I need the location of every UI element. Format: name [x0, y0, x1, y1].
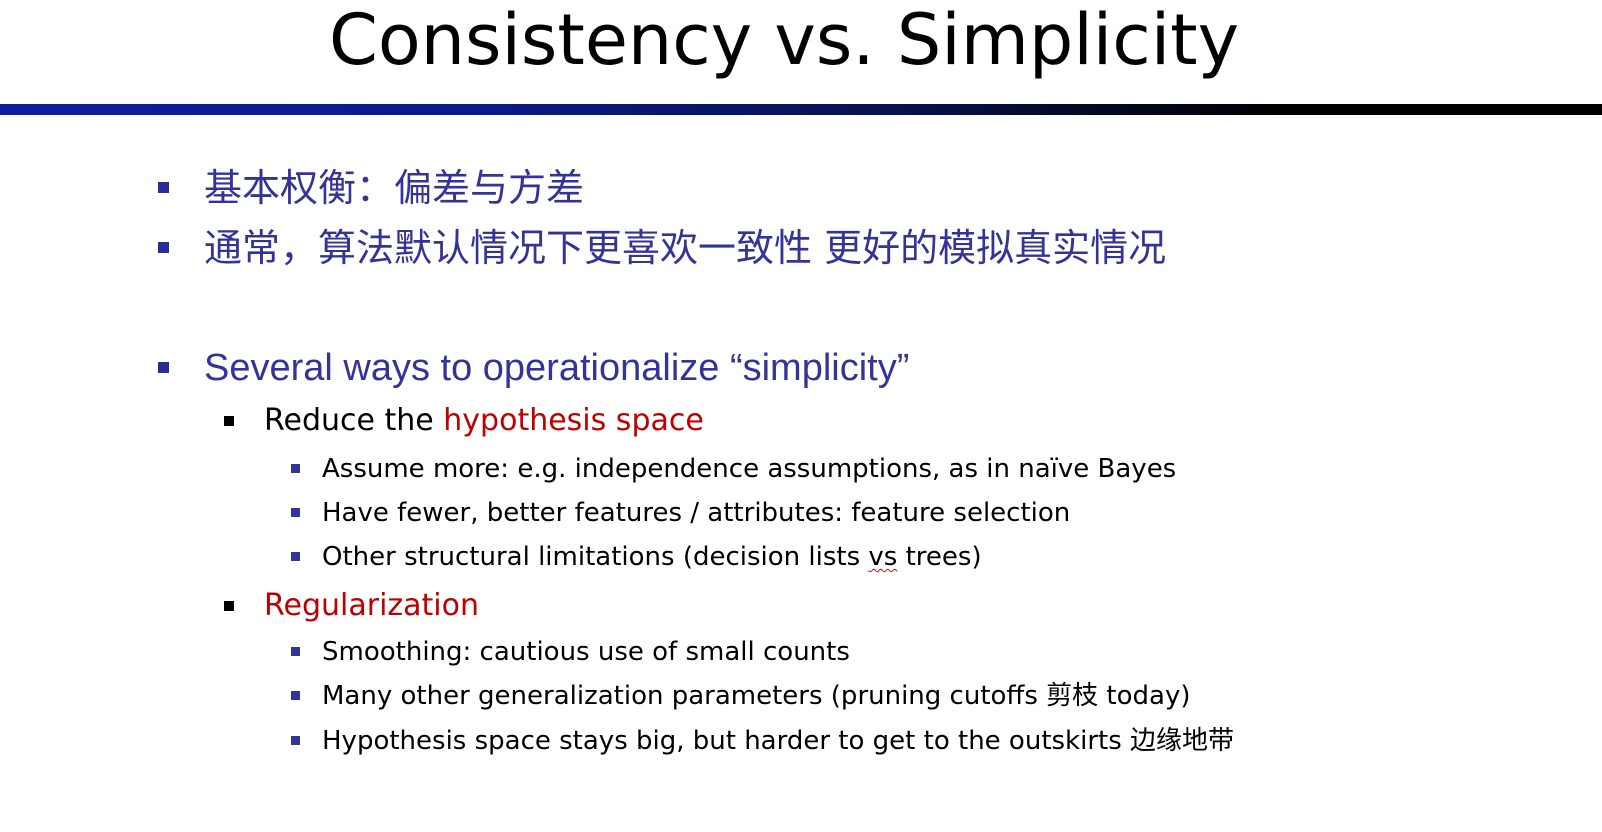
subsubbullet-text: Other structural limitations (decision l…: [322, 540, 982, 574]
subsubbullet-text: Many other generalization parameters (pr…: [322, 681, 1191, 711]
subsubbullet-text: Smoothing: cautious use of small counts: [322, 637, 850, 667]
subsubbullet-text: Hypothesis space stays big, but harder t…: [322, 726, 1235, 756]
slide-title: Consistency vs. Simplicity: [328, 0, 1240, 81]
bullet-square-icon: [291, 691, 300, 700]
bullet-text: 通常，算法默认情况下更喜欢一致性 更好的模拟真实情况: [204, 226, 1167, 270]
bullet-square-icon: [291, 647, 300, 656]
subbullet-text: Regularization: [264, 588, 479, 623]
highlight-hypothesis-space: hypothesis space: [443, 403, 704, 438]
bullet-square-icon: [291, 508, 300, 517]
bullet-text: Several ways to operationalize “simplici…: [204, 347, 910, 389]
bullet-square-icon: [158, 362, 169, 373]
subsubbullet-text: Have fewer, better features / attributes…: [322, 498, 1071, 528]
text-post: trees): [897, 542, 982, 572]
bullet-square-icon: [158, 242, 169, 253]
bullet-square-icon: [291, 552, 300, 561]
bullet-square-icon: [224, 416, 234, 426]
subbullet-text: Reduce the hypothesis space: [264, 402, 704, 440]
bullet-square-icon: [158, 182, 169, 193]
text-pre: Other structural limitations (decision l…: [322, 542, 869, 572]
bullet-square-icon: [224, 601, 234, 611]
bullet-square-icon: [291, 736, 300, 745]
subbullet-text-prefix: Reduce the: [264, 403, 444, 438]
subsubbullet-text: Assume more: e.g. independence assumptio…: [322, 454, 1177, 484]
spellcheck-word-vs: vs: [868, 542, 898, 572]
title-divider-rule: [0, 104, 1602, 115]
bullet-text: 基本权衡：偏差与方差: [204, 166, 585, 210]
bullet-square-icon: [291, 464, 300, 473]
